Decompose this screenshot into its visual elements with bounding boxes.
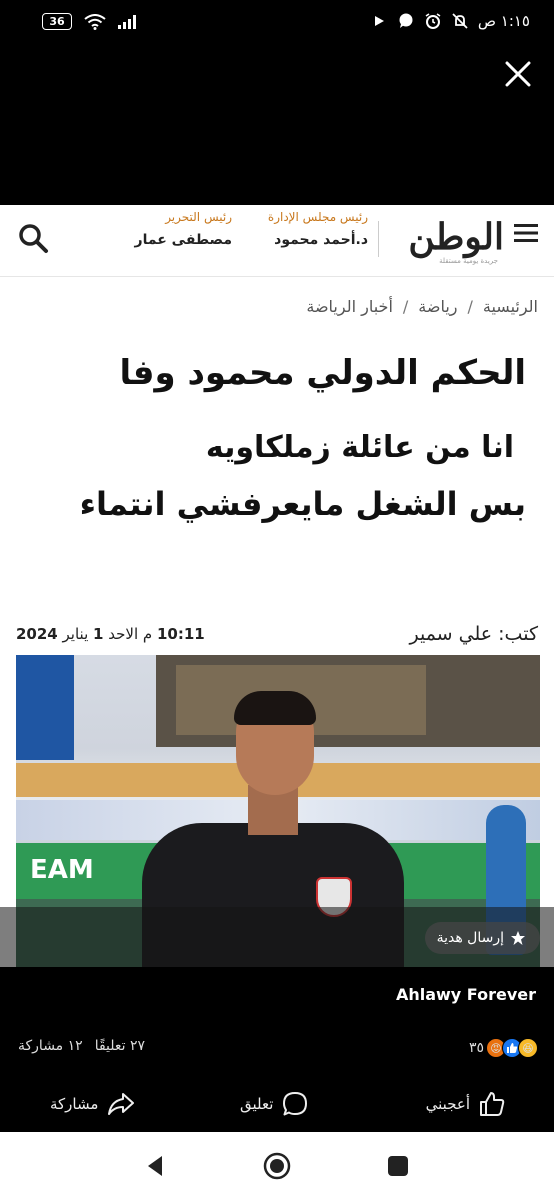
share-button[interactable]: مشاركة: [50, 1082, 136, 1126]
breadcrumb-home[interactable]: الرئيسية: [483, 297, 538, 316]
back-icon[interactable]: [142, 1152, 170, 1180]
battery-icon: 36: [42, 13, 72, 30]
site-logo[interactable]: الوطن جريدة يومية مستقلة: [384, 211, 504, 267]
share-icon: [108, 1093, 135, 1115]
breadcrumb-sports-news[interactable]: أخبار الرياضة: [306, 297, 393, 316]
headline-line-2: انا من عائلة زملكاويه: [205, 430, 514, 465]
like-label: أعجبني: [425, 1095, 470, 1113]
post-stats: ٣٥ 😡 😆 ٢٧ تعليقًا ١٢ مشاركة: [0, 1038, 554, 1062]
gift-icon: [511, 931, 525, 945]
alarm-icon: [425, 13, 441, 29]
article-date: 10:11 م الاحد 1 يناير 2024: [16, 625, 205, 643]
reactions-summary[interactable]: ٣٥ 😡 😆: [469, 1038, 538, 1058]
author-name: علي سمير: [409, 623, 493, 645]
author-label: كتب:: [498, 623, 538, 645]
wifi-icon: [84, 13, 106, 30]
muted-bell-icon: [452, 13, 468, 29]
engagement-counts: ٢٧ تعليقًا ١٢ مشاركة: [18, 1038, 145, 1054]
send-gift-button[interactable]: إرسال هدية: [424, 922, 540, 954]
breadcrumb: الرئيسية / رياضة / أخبار الرياضة: [306, 297, 538, 316]
reactions-count: ٣٥: [468, 1040, 484, 1056]
comments-count[interactable]: ٢٧ تعليقًا: [95, 1038, 145, 1054]
like-button[interactable]: أعجبني: [426, 1082, 506, 1126]
breadcrumb-sports[interactable]: رياضة: [418, 297, 457, 316]
date-time: 10:11: [157, 625, 205, 643]
screen: 36 ١:١٥ ص الوطن جريدة يومية مستقلة رئيس …: [0, 0, 554, 1200]
author-byline: كتب: علي سمير: [409, 623, 538, 645]
breadcrumb-separator: /: [467, 297, 473, 316]
editor-in-chief: رئيس التحرير مصطفى عمار: [134, 210, 232, 248]
board-chair: رئيس مجلس الإدارة د.أحمد محمود: [267, 210, 368, 248]
send-gift-label: إرسال هدية: [436, 930, 504, 946]
date-ampm: م: [142, 625, 153, 643]
battery-level: 36: [49, 15, 65, 28]
comment-label: تعليق: [240, 1095, 274, 1113]
share-label: مشاركة: [50, 1095, 99, 1113]
menu-icon[interactable]: [512, 221, 540, 245]
headline-line-3: بس الشغل مايعرفشي انتماء: [79, 485, 526, 523]
status-bar: 36 ١:١٥ ص: [0, 0, 554, 48]
comment-button[interactable]: تعليق: [240, 1082, 309, 1126]
site-header: الوطن جريدة يومية مستقلة رئيس مجلس الإدا…: [0, 205, 554, 277]
date-day: الاحد: [108, 625, 139, 643]
date-month: يناير: [62, 625, 89, 643]
chat-icon: [399, 13, 413, 28]
clock: ١:١٥ ص: [477, 12, 530, 30]
system-navigation-bar: [0, 1132, 554, 1200]
page-name[interactable]: Ahlawy Forever: [396, 985, 536, 1004]
post-actions: أعجبني تعليق مشاركة: [0, 1082, 554, 1126]
play-icon: [374, 16, 384, 26]
post-image[interactable]: الوطن جريدة يومية مستقلة رئيس مجلس الإدا…: [0, 205, 554, 967]
shares-count[interactable]: ١٢ مشاركة: [18, 1038, 83, 1054]
thumbs-up-icon: [480, 1092, 505, 1116]
search-icon[interactable]: [16, 221, 50, 255]
signal-icon: [118, 14, 136, 29]
recents-icon[interactable]: [384, 1152, 412, 1180]
breadcrumb-separator: /: [402, 297, 409, 316]
header-divider: [378, 221, 379, 257]
photo-banner-text: EAM: [30, 855, 94, 885]
date-day-number: 1: [93, 625, 104, 643]
comment-icon: [283, 1092, 308, 1116]
haha-reaction-icon: 😆: [518, 1038, 538, 1058]
headline-line-1: الحكم الدولي محمود وفا: [119, 353, 526, 393]
date-year: 2024: [16, 625, 58, 643]
close-icon[interactable]: [502, 58, 534, 90]
home-icon[interactable]: [263, 1152, 291, 1180]
